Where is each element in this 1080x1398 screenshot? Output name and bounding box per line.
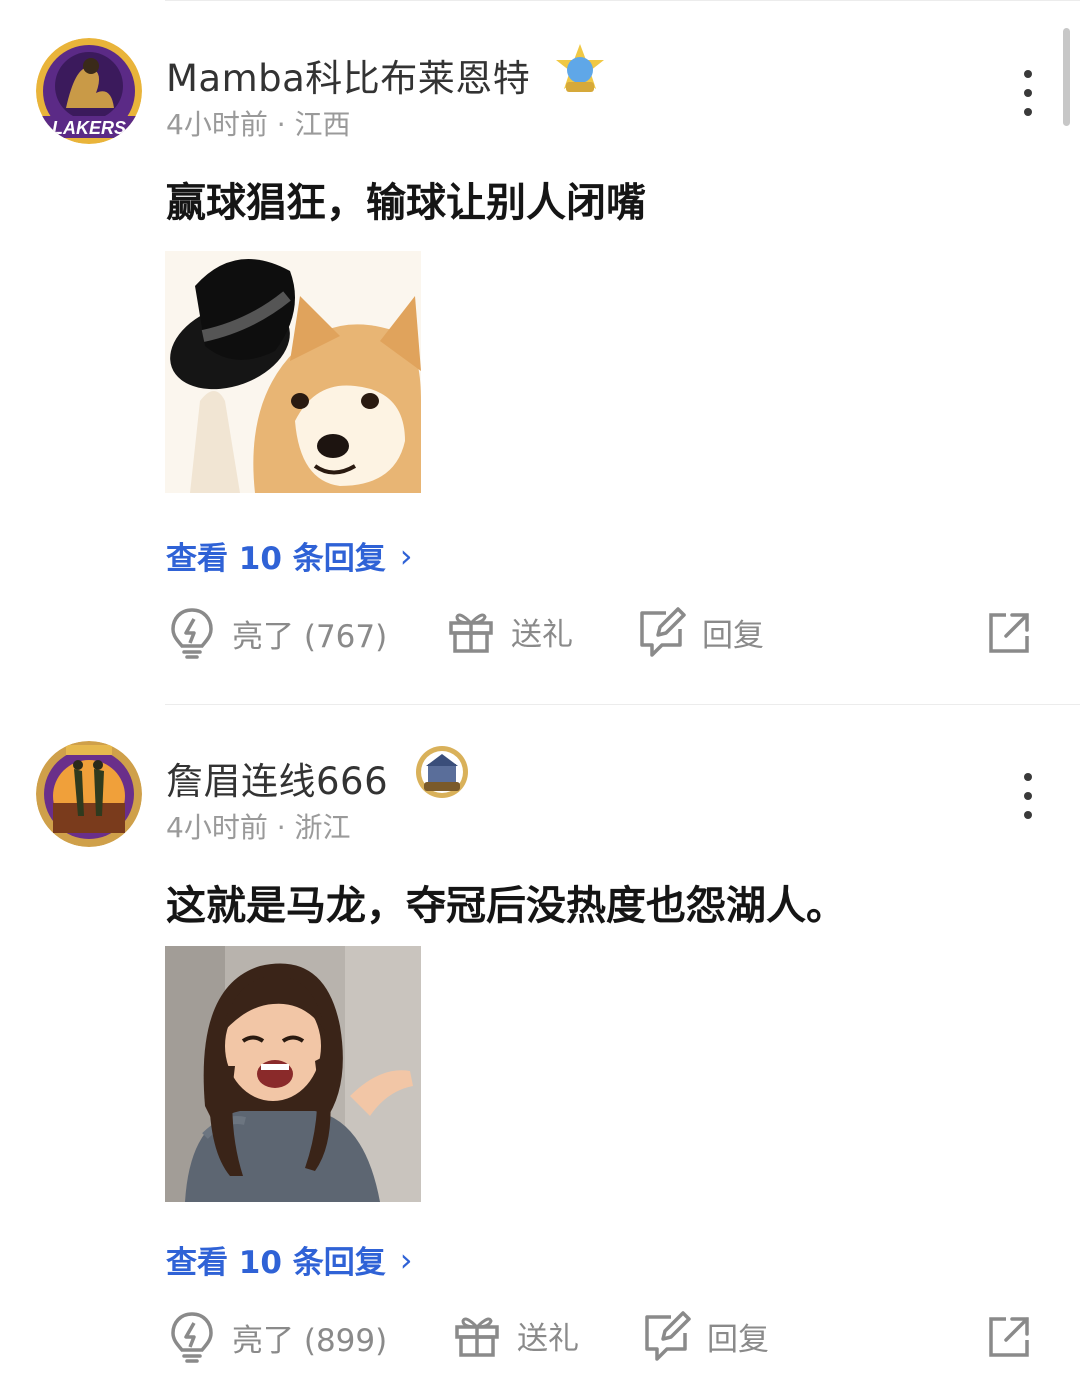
scrollbar[interactable] (1063, 28, 1070, 126)
share-button[interactable] (986, 1314, 1032, 1364)
user-badge-icon[interactable] (414, 744, 470, 800)
chevron-right-icon: › (399, 1240, 413, 1279)
view-replies-link[interactable]: 查看 10 条回复 › (166, 533, 413, 578)
action-bar: 亮了 (767) 送礼 回复 (0, 607, 1080, 663)
comment-text: 这就是马龙，夺冠后没热度也怨湖人。 (166, 883, 846, 929)
meme-image[interactable] (165, 251, 421, 493)
view-replies-link[interactable]: 查看 10 条回复 › (166, 1237, 413, 1282)
more-vertical-icon[interactable] (1018, 70, 1038, 116)
like-button[interactable]: 亮了 (767) (168, 607, 387, 659)
share-icon (989, 613, 1029, 653)
like-button[interactable]: 亮了 (899) (168, 1311, 387, 1363)
lightbulb-icon (171, 1312, 213, 1363)
username[interactable]: 詹眉连线666 (166, 751, 388, 805)
reply-button[interactable]: 回复 (636, 607, 764, 657)
share-icon (989, 1317, 1029, 1357)
comment-text: 赢球猖狂，输球让别人闭嘴 (166, 180, 646, 226)
reply-edit-icon (640, 607, 686, 657)
gift-icon (455, 1317, 499, 1357)
reply-button[interactable]: 回复 (641, 1311, 769, 1361)
reply-label: 回复 (707, 1321, 769, 1358)
more-vertical-icon[interactable] (1018, 773, 1038, 819)
gift-label: 送礼 (517, 1320, 579, 1357)
avatar[interactable] (36, 741, 142, 847)
share-button[interactable] (986, 610, 1032, 660)
gift-icon (449, 613, 493, 653)
gift-button[interactable]: 送礼 (447, 607, 573, 655)
avatar-logo-text: LAKERS (52, 118, 126, 138)
username[interactable]: Mamba科比布莱恩特 (166, 48, 530, 102)
gift-label: 送礼 (511, 616, 573, 653)
meme-image[interactable] (165, 946, 421, 1202)
like-count-label: 亮了 (899) (232, 1322, 388, 1359)
top-divider (165, 0, 1080, 1)
action-bar: 亮了 (899) 送礼 回复 (0, 1311, 1080, 1367)
reply-edit-icon (645, 1311, 691, 1361)
gift-button[interactable]: 送礼 (453, 1311, 579, 1359)
view-replies-label: 查看 10 条回复 (166, 1245, 386, 1281)
avatar[interactable]: LAKERS (36, 38, 142, 144)
post-meta: 4小时前 · 江西 (166, 108, 351, 141)
user-badge-icon[interactable] (552, 42, 608, 98)
lightbulb-icon (171, 608, 213, 659)
reply-label: 回复 (702, 617, 764, 654)
comment-divider (165, 704, 1080, 705)
like-count-label: 亮了 (767) (232, 618, 388, 655)
post-meta: 4小时前 · 浙江 (166, 811, 351, 844)
view-replies-label: 查看 10 条回复 (166, 541, 386, 577)
chevron-right-icon: › (399, 536, 413, 575)
